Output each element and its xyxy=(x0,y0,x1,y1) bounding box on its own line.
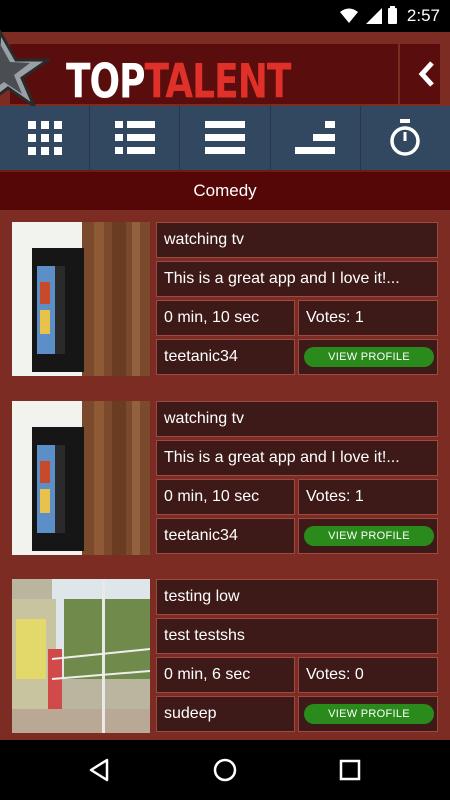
battery-icon xyxy=(388,6,397,24)
header-bar: TOPTALENT xyxy=(10,44,440,109)
video-thumbnail[interactable] xyxy=(12,222,150,376)
vote-count: Votes: 1 xyxy=(298,479,438,515)
view-profile-cell: VIEW PROFILE xyxy=(298,339,438,375)
video-duration: 0 min, 6 sec xyxy=(156,657,295,693)
tab-bar xyxy=(0,106,450,172)
grid-icon xyxy=(27,121,62,155)
status-bar: 2:57 xyxy=(0,0,450,32)
chevron-left-icon xyxy=(418,61,434,87)
video-title: watching tv xyxy=(156,222,438,258)
view-profile-button[interactable]: VIEW PROFILE xyxy=(304,347,434,367)
video-description: This is a great app and I love it!... xyxy=(156,440,438,476)
video-duration: 0 min, 10 sec xyxy=(156,479,295,515)
username[interactable]: sudeep xyxy=(156,696,295,732)
logo-talent-text: TALENT xyxy=(144,56,292,110)
home-icon[interactable] xyxy=(210,755,240,785)
ranking-icon xyxy=(295,121,336,154)
video-description: test testshs xyxy=(156,618,438,654)
app-header: TOPTALENT xyxy=(0,30,450,109)
back-button[interactable] xyxy=(398,44,450,104)
video-card[interactable]: watching tv This is a great app and I lo… xyxy=(12,389,439,555)
back-icon[interactable] xyxy=(85,755,115,785)
video-card[interactable]: testing low test testshs 0 min, 6 sec Vo… xyxy=(12,567,439,733)
view-profile-button[interactable]: VIEW PROFILE xyxy=(304,704,434,724)
wifi-icon xyxy=(340,8,358,23)
video-title: watching tv xyxy=(156,401,438,437)
list-icon xyxy=(114,121,155,154)
video-feed: watching tv This is a great app and I lo… xyxy=(0,210,450,740)
system-nav-bar xyxy=(0,740,450,800)
video-title: testing low xyxy=(156,579,438,615)
tab-list[interactable] xyxy=(90,106,181,170)
category-title: Comedy xyxy=(0,172,450,210)
view-profile-button[interactable]: VIEW PROFILE xyxy=(304,526,434,546)
video-card[interactable]: watching tv This is a great app and I lo… xyxy=(12,210,439,376)
view-profile-cell: VIEW PROFILE xyxy=(298,518,438,554)
rows-icon xyxy=(205,121,245,154)
video-duration: 0 min, 10 sec xyxy=(156,300,295,336)
tab-ranking[interactable] xyxy=(271,106,361,170)
star-logo-icon xyxy=(0,30,50,108)
view-profile-cell: VIEW PROFILE xyxy=(298,696,438,732)
tab-rows[interactable] xyxy=(180,106,271,170)
stopwatch-icon xyxy=(390,119,421,156)
tab-timer[interactable] xyxy=(361,106,450,170)
username[interactable]: teetanic34 xyxy=(156,339,295,375)
video-thumbnail[interactable] xyxy=(12,579,150,733)
vote-count: Votes: 1 xyxy=(298,300,438,336)
signal-icon xyxy=(366,8,382,24)
app-logo: TOPTALENT xyxy=(66,56,292,110)
video-description: This is a great app and I love it!... xyxy=(156,261,438,297)
username[interactable]: teetanic34 xyxy=(156,518,295,554)
video-thumbnail[interactable] xyxy=(12,401,150,555)
status-time: 2:57 xyxy=(406,6,440,25)
logo-top-text: TOP xyxy=(66,56,146,110)
vote-count: Votes: 0 xyxy=(298,657,438,693)
tab-grid[interactable] xyxy=(0,106,91,170)
recents-icon[interactable] xyxy=(335,755,365,785)
